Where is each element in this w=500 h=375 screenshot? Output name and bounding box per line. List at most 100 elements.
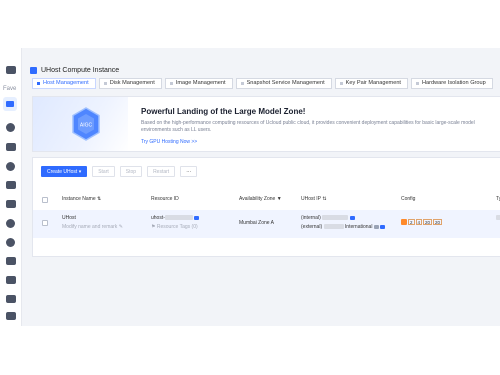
select-all-checkbox[interactable]	[42, 197, 48, 203]
tab-hardware-isolation-group[interactable]: Hardware Isolation Group	[411, 78, 493, 89]
tab-dot-icon	[339, 82, 343, 85]
document-icon[interactable]	[6, 295, 16, 303]
instance-name[interactable]: UHost	[62, 215, 76, 221]
name-note-text: Modify name and remark	[62, 224, 118, 230]
column-label: UHost IP	[301, 196, 321, 202]
page-header: UHost Compute Instance	[30, 64, 119, 76]
stop-button[interactable]: Stop	[119, 166, 143, 177]
server-icon[interactable]	[6, 200, 16, 208]
redacted-type	[496, 215, 500, 221]
create-uhost-label: Create UHost	[47, 169, 78, 175]
restart-button[interactable]: Restart	[147, 166, 176, 177]
resource-id: uhost-	[151, 215, 200, 221]
storage-icon[interactable]	[6, 181, 16, 189]
config-memory: 4	[415, 219, 423, 225]
filter-icon: ▼	[276, 196, 282, 202]
create-uhost-button[interactable]: Create UHost ▾	[41, 166, 88, 177]
copy-icon[interactable]	[349, 215, 355, 220]
table-toolbar: Create UHost ▾ Start Stop Restart ···	[41, 166, 198, 177]
redacted-resource-id	[164, 215, 193, 221]
tab-label: Image Management	[175, 80, 226, 86]
tag-icon: ⚑	[151, 224, 156, 230]
cluster-icon[interactable]	[6, 257, 16, 265]
config-specs: 2 4 20 20	[401, 219, 443, 225]
banner-illustration: AIGC	[33, 97, 128, 151]
shield-icon[interactable]	[6, 66, 16, 74]
config-cpu: 2	[408, 219, 415, 225]
instance-table-panel: Create UHost ▾ Start Stop Restart ··· In…	[32, 157, 500, 257]
table-header: Instance Name ⇅ Resource ID Availability…	[33, 194, 500, 208]
link-icon[interactable]	[380, 224, 386, 229]
sidebar-item-uhost[interactable]	[3, 97, 17, 111]
database-icon[interactable]	[6, 143, 16, 151]
sidebar-fave-label: Fave	[3, 86, 17, 92]
tab-label: Host Management	[43, 80, 89, 86]
tab-label: Snapshot Service Management	[246, 80, 325, 86]
globe-icon[interactable]	[6, 123, 15, 132]
menu-icon[interactable]	[6, 312, 16, 320]
redacted-ip	[323, 224, 344, 230]
grid-icon[interactable]	[6, 276, 16, 284]
try-gpu-hosting-link[interactable]: Try GPU Hosting Now >>	[141, 139, 197, 145]
column-availability-zone[interactable]: Availability Zone ▼	[239, 196, 282, 202]
column-type: Ty	[496, 196, 500, 202]
tab-key-pair-management[interactable]: Key Pair Management	[334, 78, 408, 89]
sidebar: Fave	[0, 48, 22, 326]
tab-label: Hardware Isolation Group	[422, 80, 486, 86]
chevron-down-icon: ▾	[78, 169, 82, 175]
tab-disk-management[interactable]: Disk Management	[98, 78, 162, 89]
config-bandwidth: 20	[433, 219, 443, 225]
instance-name-note[interactable]: Modify name and remark ✎	[62, 224, 123, 230]
tab-label: Disk Management	[109, 80, 155, 86]
sort-icon: ⇅	[322, 196, 327, 202]
copy-icon[interactable]	[194, 215, 200, 220]
column-config: Config	[401, 196, 416, 202]
aigc-badge-text: AIGC	[80, 123, 93, 129]
column-resource-id: Resource ID	[151, 196, 179, 202]
resource-tags-count: (0)	[191, 224, 198, 230]
row-checkbox[interactable]	[42, 220, 48, 226]
tab-dot-icon	[240, 82, 244, 85]
aigc-hexagon-icon: AIGC	[72, 107, 100, 141]
uhost-icon	[30, 66, 37, 74]
config-disk: 20	[423, 219, 433, 225]
table-row[interactable]: UHost Modify name and remark ✎ uhost- ⚑ …	[33, 210, 500, 238]
tab-label: Key Pair Management	[345, 80, 401, 86]
more-actions-button[interactable]: ···	[180, 166, 198, 177]
ip-internal-label: (internal)	[301, 215, 321, 221]
tab-host-management[interactable]: Host Management	[32, 78, 96, 89]
tab-dot-icon	[103, 82, 107, 85]
column-uhost-ip[interactable]: UHost IP ⇅	[301, 196, 327, 202]
banner-description: Based on the high-performance computing …	[141, 120, 475, 133]
app-frame: Fave UHost Compute Instance Host Managem…	[0, 48, 500, 326]
redacted-ip	[322, 215, 349, 221]
page-title: UHost Compute Instance	[41, 66, 120, 74]
tab-image-management[interactable]: Image Management	[164, 78, 233, 89]
ip-internal: (internal)	[301, 215, 355, 221]
column-label: Availability Zone	[239, 196, 276, 202]
column-label: Instance Name	[62, 196, 96, 202]
uhost-icon	[6, 101, 14, 107]
ip-international-label: International	[344, 224, 373, 230]
resource-tags[interactable]: ⚑ Resource Tags (0)	[151, 224, 198, 230]
monitor-icon[interactable]	[6, 238, 15, 247]
start-button[interactable]: Start	[92, 166, 115, 177]
cloud-icon[interactable]	[6, 219, 15, 228]
main-content: UHost Compute Instance Host Management D…	[30, 48, 500, 326]
config-badge-icon	[401, 219, 407, 225]
promo-banner: AIGC Powerful Landing of the Large Model…	[32, 96, 500, 152]
tab-dot-icon	[416, 82, 419, 85]
ip-external-label: (external)	[301, 224, 323, 230]
type-cell	[496, 215, 500, 221]
availability-zone: Mumbai Zone A	[239, 220, 275, 226]
column-instance-name[interactable]: Instance Name ⇅	[62, 196, 101, 202]
tab-snapshot-service-management[interactable]: Snapshot Service Management	[235, 78, 332, 89]
copy-icon[interactable]	[373, 224, 379, 229]
resource-id-prefix: uhost-	[151, 215, 165, 221]
network-icon[interactable]	[6, 162, 15, 171]
tab-dot-icon	[169, 82, 173, 85]
ip-external: (external) International	[301, 224, 386, 230]
tab-dot-icon	[37, 82, 40, 85]
banner-title: Powerful Landing of the Large Model Zone…	[141, 107, 306, 116]
sort-icon: ⇅	[97, 196, 102, 202]
